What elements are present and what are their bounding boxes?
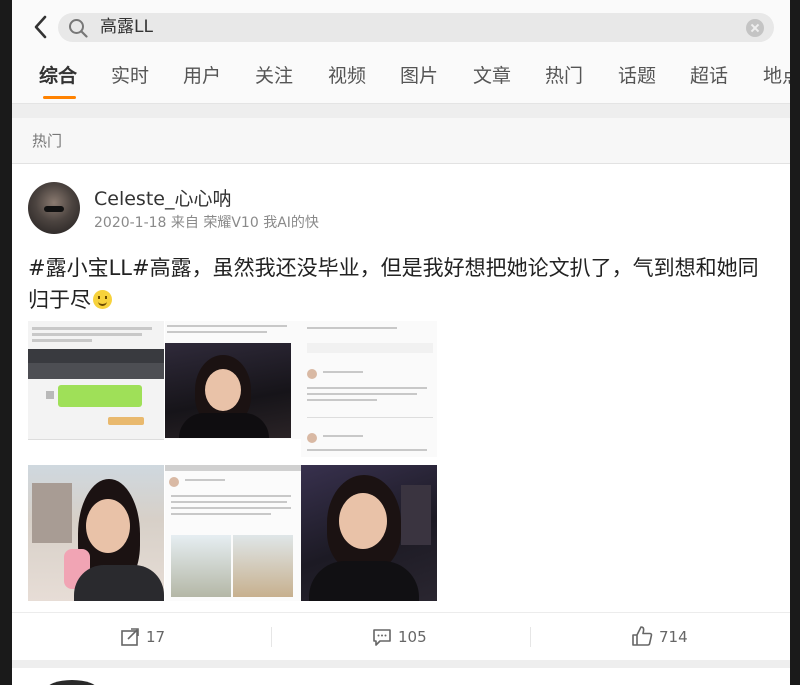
- tab-video[interactable]: 视频: [328, 64, 366, 88]
- comment-icon: [373, 629, 391, 646]
- thumbs-up-icon: [632, 626, 653, 646]
- post-image-2[interactable]: [165, 321, 301, 457]
- active-tab-indicator: [43, 96, 76, 99]
- post-image-4[interactable]: [28, 465, 164, 601]
- comment-button[interactable]: 105: [272, 613, 530, 661]
- avatar[interactable]: [28, 182, 80, 234]
- tab-following[interactable]: 关注: [255, 64, 293, 88]
- repost-button[interactable]: 17: [12, 613, 271, 661]
- post-image-3[interactable]: [301, 321, 437, 457]
- smile-emoji-icon: [93, 290, 112, 309]
- tab-images[interactable]: 图片: [400, 64, 438, 88]
- post-image-5[interactable]: [165, 465, 301, 601]
- search-tabs: 综合 实时 用户 关注 视频 图片 文章 热门 话题 超话 地点: [12, 58, 790, 103]
- post-image-6[interactable]: [301, 465, 437, 601]
- back-arrow-icon[interactable]: [26, 12, 56, 42]
- like-count: 714: [659, 628, 688, 646]
- avatar[interactable]: [46, 680, 98, 685]
- username[interactable]: Celeste_心心呐: [94, 184, 231, 211]
- comment-count: 105: [398, 628, 427, 646]
- post-text: #露小宝LL#高露，虽然我还没毕业，但是我好想把她论文扒了，气到想和她同归于尽: [28, 252, 768, 316]
- section-header: 热门: [12, 118, 790, 164]
- next-post-card: [12, 668, 790, 685]
- post-card: Celeste_心心呐 2020-1-18 来自 荣耀V10 我AI的快 #露小…: [12, 164, 790, 660]
- post-actions: 17 105 714: [12, 612, 790, 661]
- post-meta: 2020-1-18 来自 荣耀V10 我AI的快: [94, 215, 319, 231]
- tab-hot[interactable]: 热门: [545, 64, 583, 88]
- tab-realtime[interactable]: 实时: [111, 64, 149, 88]
- tab-users[interactable]: 用户: [183, 64, 221, 88]
- repost-count: 17: [146, 628, 166, 646]
- repost-icon: [121, 628, 139, 646]
- post-image-1[interactable]: [28, 321, 164, 457]
- tab-comprehensive[interactable]: 综合: [39, 64, 77, 88]
- search-icon: [69, 19, 88, 38]
- image-grid: [28, 321, 448, 601]
- clear-search-icon[interactable]: [746, 19, 764, 37]
- section-title: 热门: [32, 132, 63, 150]
- tab-topics[interactable]: 话题: [618, 64, 656, 88]
- like-button[interactable]: 714: [531, 613, 790, 661]
- tab-super-topics[interactable]: 超话: [690, 64, 728, 88]
- app-frame: 高露LL 综合 实时 用户 关注 视频 图片 文章 热门 话题 超话 地点 热门…: [12, 0, 790, 685]
- search-input[interactable]: 高露LL: [100, 17, 153, 38]
- search-bar[interactable]: 高露LL: [58, 13, 774, 42]
- top-bar: 高露LL 综合 实时 用户 关注 视频 图片 文章 热门 话题 超话 地点: [12, 0, 790, 104]
- tab-places[interactable]: 地点: [763, 64, 790, 88]
- post-text-content: #露小宝LL#高露，虽然我还没毕业，但是我好想把她论文扒了，气到想和她同归于尽: [28, 256, 759, 312]
- tab-articles[interactable]: 文章: [473, 64, 511, 88]
